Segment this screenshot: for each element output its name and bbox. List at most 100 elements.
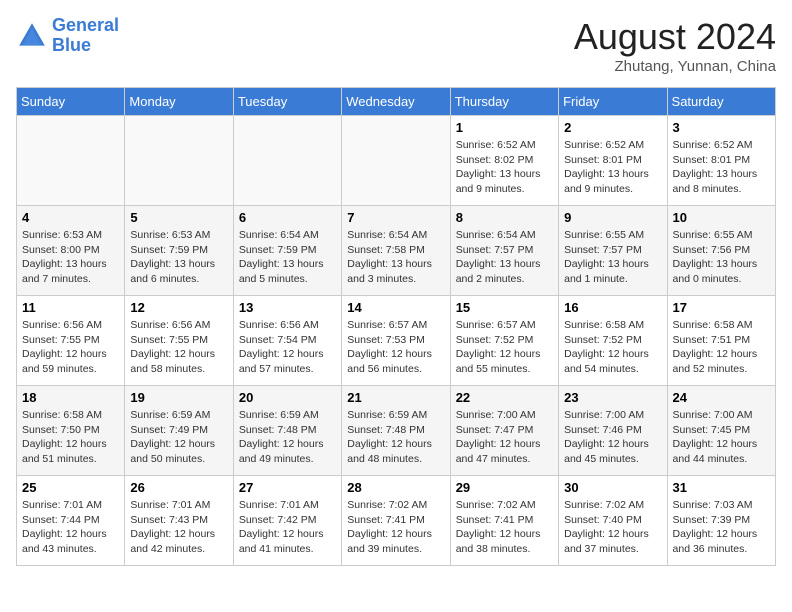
day-info: Sunrise: 6:54 AM Sunset: 7:58 PM Dayligh… — [347, 228, 444, 287]
logo-icon — [16, 20, 48, 52]
day-info: Sunrise: 7:00 AM Sunset: 7:46 PM Dayligh… — [564, 408, 661, 467]
day-info: Sunrise: 6:56 AM Sunset: 7:54 PM Dayligh… — [239, 318, 336, 377]
weekday-header-wednesday: Wednesday — [342, 88, 450, 116]
day-number: 23 — [564, 390, 661, 405]
day-info: Sunrise: 6:58 AM Sunset: 7:50 PM Dayligh… — [22, 408, 119, 467]
day-info: Sunrise: 7:01 AM Sunset: 7:44 PM Dayligh… — [22, 498, 119, 557]
day-info: Sunrise: 6:54 AM Sunset: 7:57 PM Dayligh… — [456, 228, 553, 287]
calendar-cell: 27 Sunrise: 7:01 AM Sunset: 7:42 PM Dayli… — [233, 476, 341, 566]
day-info: Sunrise: 6:57 AM Sunset: 7:53 PM Dayligh… — [347, 318, 444, 377]
day-number: 26 — [130, 480, 227, 495]
calendar-cell: 30Sunrise: 7:02 AM Sunset: 7:40 PM Dayli… — [559, 476, 667, 566]
weekday-header-friday: Friday — [559, 88, 667, 116]
day-info: Sunrise: 6:59 AM Sunset: 7:49 PM Dayligh… — [130, 408, 227, 467]
day-info: Sunrise: 6:53 AM Sunset: 7:59 PM Dayligh… — [130, 228, 227, 287]
calendar-body: 1 Sunrise: 6:52 AM Sunset: 8:02 PM Daylig… — [17, 116, 776, 566]
day-number: 3 — [673, 120, 770, 135]
calendar-cell: 9Sunrise: 6:55 AM Sunset: 7:57 PM Daylig… — [559, 206, 667, 296]
day-info: Sunrise: 6:55 AM Sunset: 7:56 PM Dayligh… — [673, 228, 770, 287]
calendar-cell: 28Sunrise: 7:02 AM Sunset: 7:41 PM Dayli… — [342, 476, 450, 566]
day-info: Sunrise: 6:56 AM Sunset: 7:55 PM Dayligh… — [130, 318, 227, 377]
logo-blue: Blue — [52, 35, 91, 55]
calendar-cell: 13 Sunrise: 6:56 AM Sunset: 7:54 PM Dayli… — [233, 296, 341, 386]
day-number: 21 — [347, 390, 444, 405]
day-info: Sunrise: 7:01 AM Sunset: 7:43 PM Dayligh… — [130, 498, 227, 557]
month-title: August 2024 — [574, 16, 776, 58]
calendar-cell: 15 Sunrise: 6:57 AM Sunset: 7:52 PM Dayli… — [450, 296, 558, 386]
title-block: August 2024 Zhutang, Yunnan, China — [574, 16, 776, 75]
day-info: Sunrise: 7:03 AM Sunset: 7:39 PM Dayligh… — [673, 498, 770, 557]
day-info: Sunrise: 7:00 AM Sunset: 7:47 PM Dayligh… — [456, 408, 553, 467]
day-number: 10 — [673, 210, 770, 225]
day-number: 2 — [564, 120, 661, 135]
calendar-cell: 11 Sunrise: 6:56 AM Sunset: 7:55 PM Dayli… — [17, 296, 125, 386]
day-number: 29 — [456, 480, 553, 495]
calendar-cell: 24 Sunrise: 7:00 AM Sunset: 7:45 PM Dayli… — [667, 386, 775, 476]
calendar-cell: 12 Sunrise: 6:56 AM Sunset: 7:55 PM Dayli… — [125, 296, 233, 386]
day-number: 1 — [456, 120, 553, 135]
day-number: 27 — [239, 480, 336, 495]
calendar-cell: 5 Sunrise: 6:53 AM Sunset: 7:59 PM Daylig… — [125, 206, 233, 296]
day-number: 12 — [130, 300, 227, 315]
calendar-cell: 16Sunrise: 6:58 AM Sunset: 7:52 PM Dayli… — [559, 296, 667, 386]
day-info: Sunrise: 6:58 AM Sunset: 7:51 PM Dayligh… — [673, 318, 770, 377]
calendar-cell: 1 Sunrise: 6:52 AM Sunset: 8:02 PM Daylig… — [450, 116, 558, 206]
day-number: 19 — [130, 390, 227, 405]
calendar-cell: 20Sunrise: 6:59 AM Sunset: 7:48 PM Dayli… — [233, 386, 341, 476]
day-info: Sunrise: 7:02 AM Sunset: 7:41 PM Dayligh… — [456, 498, 553, 557]
day-info: Sunrise: 6:59 AM Sunset: 7:48 PM Dayligh… — [239, 408, 336, 467]
day-number: 14 — [347, 300, 444, 315]
day-number: 17 — [673, 300, 770, 315]
day-info: Sunrise: 6:57 AM Sunset: 7:52 PM Dayligh… — [456, 318, 553, 377]
day-number: 11 — [22, 300, 119, 315]
day-number: 25 — [22, 480, 119, 495]
calendar-cell: 2 Sunrise: 6:52 AM Sunset: 8:01 PM Daylig… — [559, 116, 667, 206]
calendar-cell: 22 Sunrise: 7:00 AM Sunset: 7:47 PM Dayli… — [450, 386, 558, 476]
logo-text: General Blue — [52, 16, 119, 56]
day-number: 24 — [673, 390, 770, 405]
day-info: Sunrise: 6:52 AM Sunset: 8:01 PM Dayligh… — [564, 138, 661, 197]
calendar-cell: 8 Sunrise: 6:54 AM Sunset: 7:57 PM Daylig… — [450, 206, 558, 296]
calendar-cell: 21 Sunrise: 6:59 AM Sunset: 7:48 PM Dayli… — [342, 386, 450, 476]
calendar-cell — [125, 116, 233, 206]
calendar-cell: 7 Sunrise: 6:54 AM Sunset: 7:58 PM Daylig… — [342, 206, 450, 296]
day-info: Sunrise: 6:52 AM Sunset: 8:02 PM Dayligh… — [456, 138, 553, 197]
day-info: Sunrise: 6:52 AM Sunset: 8:01 PM Dayligh… — [673, 138, 770, 197]
location: Zhutang, Yunnan, China — [574, 58, 776, 75]
calendar-cell — [17, 116, 125, 206]
day-info: Sunrise: 6:59 AM Sunset: 7:48 PM Dayligh… — [347, 408, 444, 467]
day-number: 13 — [239, 300, 336, 315]
day-number: 5 — [130, 210, 227, 225]
day-number: 28 — [347, 480, 444, 495]
day-number: 30 — [564, 480, 661, 495]
day-number: 22 — [456, 390, 553, 405]
calendar-week-4: 18Sunrise: 6:58 AM Sunset: 7:50 PM Dayli… — [17, 386, 776, 476]
logo: General Blue — [16, 16, 119, 56]
day-info: Sunrise: 6:56 AM Sunset: 7:55 PM Dayligh… — [22, 318, 119, 377]
calendar-header: SundayMondayTuesdayWednesdayThursdayFrid… — [17, 88, 776, 116]
calendar-cell: 26 Sunrise: 7:01 AM Sunset: 7:43 PM Dayli… — [125, 476, 233, 566]
day-number: 31 — [673, 480, 770, 495]
calendar-cell: 14 Sunrise: 6:57 AM Sunset: 7:53 PM Dayli… — [342, 296, 450, 386]
day-number: 16 — [564, 300, 661, 315]
calendar-cell: 10 Sunrise: 6:55 AM Sunset: 7:56 PM Dayli… — [667, 206, 775, 296]
calendar-cell — [342, 116, 450, 206]
calendar-cell: 6Sunrise: 6:54 AM Sunset: 7:59 PM Daylig… — [233, 206, 341, 296]
calendar-cell: 18Sunrise: 6:58 AM Sunset: 7:50 PM Dayli… — [17, 386, 125, 476]
logo-general: General — [52, 15, 119, 35]
day-info: Sunrise: 6:54 AM Sunset: 7:59 PM Dayligh… — [239, 228, 336, 287]
day-number: 7 — [347, 210, 444, 225]
day-info: Sunrise: 7:00 AM Sunset: 7:45 PM Dayligh… — [673, 408, 770, 467]
calendar-cell: 23 Sunrise: 7:00 AM Sunset: 7:46 PM Dayli… — [559, 386, 667, 476]
weekday-header-sunday: Sunday — [17, 88, 125, 116]
day-number: 8 — [456, 210, 553, 225]
day-info: Sunrise: 6:53 AM Sunset: 8:00 PM Dayligh… — [22, 228, 119, 287]
calendar-cell — [233, 116, 341, 206]
day-number: 15 — [456, 300, 553, 315]
day-number: 4 — [22, 210, 119, 225]
weekday-header-saturday: Saturday — [667, 88, 775, 116]
weekday-header-tuesday: Tuesday — [233, 88, 341, 116]
day-number: 9 — [564, 210, 661, 225]
calendar-week-3: 11 Sunrise: 6:56 AM Sunset: 7:55 PM Dayli… — [17, 296, 776, 386]
day-info: Sunrise: 7:01 AM Sunset: 7:42 PM Dayligh… — [239, 498, 336, 557]
